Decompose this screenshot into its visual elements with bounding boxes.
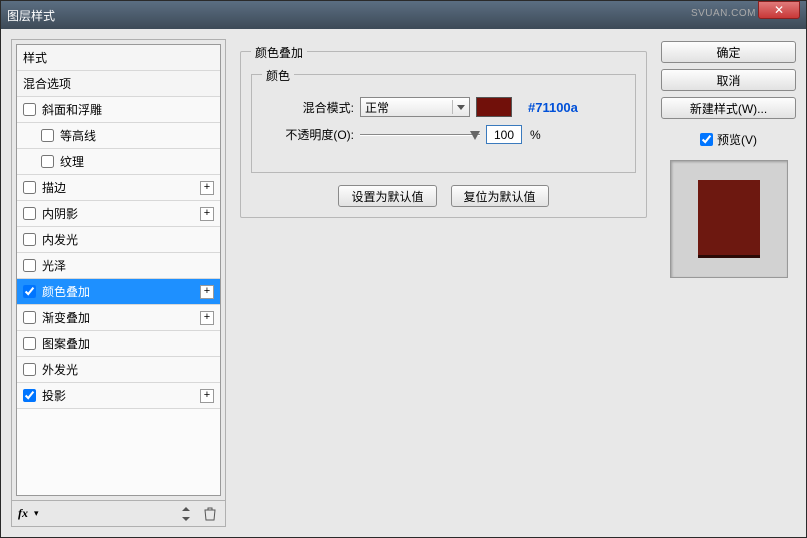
- style-item-3[interactable]: 描边 +: [17, 175, 220, 201]
- preview-box: [670, 160, 788, 278]
- trash-icon[interactable]: [201, 505, 219, 523]
- default-buttons-row: 设置为默认值 复位为默认值: [251, 185, 636, 207]
- style-item-6[interactable]: 光泽: [17, 253, 220, 279]
- add-effect-icon[interactable]: +: [200, 207, 214, 221]
- style-item-8[interactable]: 渐变叠加 +: [17, 305, 220, 331]
- group-title: 颜色叠加: [251, 44, 307, 61]
- styles-panel: 样式 混合选项 斜面和浮雕等高线纹理描边 + 内阴影 + 内发光光泽颜色叠加 + 渐变叠加 +…: [11, 39, 226, 527]
- style-item-0[interactable]: 斜面和浮雕: [17, 97, 220, 123]
- style-checkbox[interactable]: [23, 285, 36, 298]
- opacity-label: 不透明度(O):: [262, 126, 354, 143]
- up-down-icon[interactable]: [177, 505, 195, 523]
- style-item-2[interactable]: 纹理: [17, 149, 220, 175]
- preview-swatch: [698, 180, 760, 258]
- style-item-label: 外发光: [42, 361, 78, 378]
- style-checkbox[interactable]: [23, 181, 36, 194]
- blend-mode-value: 正常: [365, 99, 389, 116]
- add-effect-icon[interactable]: +: [200, 285, 214, 299]
- set-default-button[interactable]: 设置为默认值: [338, 185, 436, 207]
- style-item-label: 内发光: [42, 231, 78, 248]
- blend-mode-row: 混合模式: 正常 #71100a: [262, 97, 625, 117]
- window-title: 图层样式: [7, 7, 800, 24]
- action-panel: 确定 取消 新建样式(W)... 预览(V): [661, 39, 796, 527]
- blend-options-header[interactable]: 混合选项: [17, 71, 220, 97]
- style-item-9[interactable]: 图案叠加: [17, 331, 220, 357]
- add-effect-icon[interactable]: +: [200, 181, 214, 195]
- style-checkbox[interactable]: [41, 129, 54, 142]
- color-group-title: 颜色: [262, 67, 294, 84]
- color-overlay-group: 颜色叠加 颜色 混合模式: 正常 #71100a 不透明度(O):: [240, 51, 647, 218]
- watermark: SVUAN.COM: [691, 8, 756, 19]
- fx-dropdown-icon[interactable]: ▾: [34, 508, 39, 519]
- style-checkbox[interactable]: [41, 155, 54, 168]
- styles-list[interactable]: 样式 混合选项 斜面和浮雕等高线纹理描边 + 内阴影 + 内发光光泽颜色叠加 + 渐变叠加 +…: [16, 44, 221, 496]
- style-item-1[interactable]: 等高线: [17, 123, 220, 149]
- styles-header-label: 样式: [23, 49, 47, 66]
- style-item-label: 描边: [42, 179, 66, 196]
- style-checkbox[interactable]: [23, 311, 36, 324]
- style-item-label: 颜色叠加: [42, 283, 90, 300]
- style-item-label: 斜面和浮雕: [42, 101, 102, 118]
- fx-icon[interactable]: fx: [18, 506, 28, 521]
- reset-default-button[interactable]: 复位为默认值: [451, 185, 549, 207]
- style-checkbox[interactable]: [23, 259, 36, 272]
- style-item-label: 渐变叠加: [42, 309, 90, 326]
- style-item-label: 纹理: [60, 153, 84, 170]
- blend-mode-label: 混合模式:: [262, 99, 354, 116]
- preview-checkbox[interactable]: [700, 133, 713, 146]
- style-item-7[interactable]: 颜色叠加 +: [17, 279, 220, 305]
- styles-footer: fx ▾: [12, 500, 225, 526]
- opacity-input[interactable]: [486, 125, 522, 144]
- color-group: 颜色 混合模式: 正常 #71100a 不透明度(O):: [251, 74, 636, 173]
- style-item-10[interactable]: 外发光: [17, 357, 220, 383]
- style-item-label: 图案叠加: [42, 335, 90, 352]
- close-button[interactable]: ✕: [758, 1, 800, 19]
- dialog-content: 样式 混合选项 斜面和浮雕等高线纹理描边+内阴影+内发光光泽颜色叠加+渐变叠加+…: [1, 29, 806, 537]
- style-checkbox[interactable]: [23, 207, 36, 220]
- new-style-button[interactable]: 新建样式(W)...: [661, 97, 796, 119]
- layer-style-dialog: 图层样式 SVUAN.COM ✕ 样式 混合选项 斜面和浮雕等高线纹理描边+内阴…: [0, 0, 807, 538]
- preview-label: 预览(V): [717, 131, 757, 148]
- add-effect-icon[interactable]: +: [200, 311, 214, 325]
- style-item-4[interactable]: 内阴影 +: [17, 201, 220, 227]
- add-effect-icon[interactable]: +: [200, 389, 214, 403]
- percent-label: %: [530, 128, 541, 142]
- titlebar[interactable]: 图层样式 SVUAN.COM ✕: [1, 1, 806, 29]
- styles-header[interactable]: 样式: [17, 45, 220, 71]
- close-icon: ✕: [774, 3, 784, 17]
- style-checkbox[interactable]: [23, 363, 36, 376]
- style-checkbox[interactable]: [23, 103, 36, 116]
- settings-panel: 颜色叠加 颜色 混合模式: 正常 #71100a 不透明度(O):: [234, 39, 653, 527]
- slider-thumb-icon[interactable]: [470, 131, 480, 140]
- style-item-label: 等高线: [60, 127, 96, 144]
- style-item-label: 光泽: [42, 257, 66, 274]
- preview-toggle[interactable]: 预览(V): [661, 131, 796, 148]
- opacity-row: 不透明度(O): %: [262, 125, 625, 144]
- style-item-11[interactable]: 投影 +: [17, 383, 220, 409]
- cancel-button[interactable]: 取消: [661, 69, 796, 91]
- opacity-slider[interactable]: [360, 128, 480, 142]
- blend-mode-dropdown[interactable]: 正常: [360, 97, 470, 117]
- color-hex-label: #71100a: [528, 100, 578, 115]
- style-checkbox[interactable]: [23, 233, 36, 246]
- color-swatch[interactable]: [476, 97, 512, 117]
- style-item-label: 内阴影: [42, 205, 78, 222]
- blend-options-label: 混合选项: [23, 75, 71, 92]
- style-checkbox[interactable]: [23, 389, 36, 402]
- style-item-label: 投影: [42, 387, 66, 404]
- style-checkbox[interactable]: [23, 337, 36, 350]
- ok-button[interactable]: 确定: [661, 41, 796, 63]
- style-item-5[interactable]: 内发光: [17, 227, 220, 253]
